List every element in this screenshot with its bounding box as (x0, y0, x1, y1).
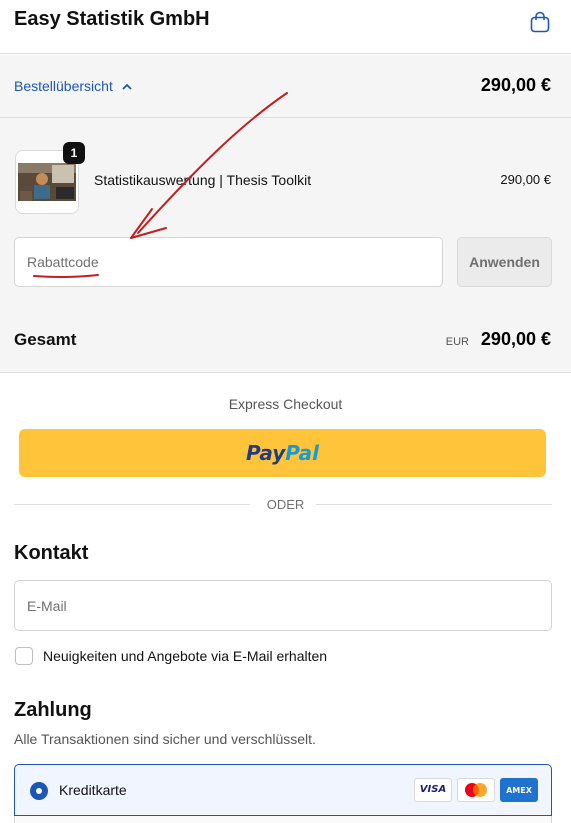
order-summary: Bestellübersicht 290,00 € 1 Statistikaus… (0, 55, 571, 373)
payment-option-credit-card[interactable]: Kreditkarte VISA AMEX (14, 764, 552, 816)
chevron-up-icon (122, 83, 132, 90)
discount-code-input[interactable] (14, 237, 443, 287)
credit-card-form-area (14, 816, 552, 823)
product-quantity-badge: 1 (63, 142, 85, 164)
total-label: Gesamt (14, 330, 77, 349)
order-summary-total: 290,00 € (480, 75, 551, 95)
amex-card-icon: AMEX (500, 778, 538, 802)
shop-brand[interactable]: Easy Statistik GmbH (14, 8, 210, 31)
payment-title: Zahlung (14, 699, 92, 721)
credit-card-label: Kreditkarte (59, 782, 127, 798)
apply-discount-button[interactable]: Anwenden (457, 237, 552, 287)
express-checkout-title: Express Checkout (228, 396, 343, 412)
visa-card-icon: VISA (414, 778, 452, 802)
product-price: 290,00 € (500, 172, 551, 187)
order-summary-toggle[interactable]: Bestellübersicht 290,00 € (0, 55, 571, 118)
total-amount: 290,00 € (480, 329, 551, 349)
payment-security-note: Alle Transaktionen sind sicher und versc… (14, 731, 316, 747)
newsletter-checkbox[interactable] (15, 647, 33, 665)
paypal-logo-pay: Pay (245, 441, 286, 465)
newsletter-label[interactable]: Neuigkeiten und Angebote via E-Mail erha… (43, 648, 327, 664)
checkout-header: Easy Statistik GmbH (0, 0, 571, 54)
mastercard-icon (457, 778, 495, 802)
credit-card-radio[interactable] (30, 782, 48, 800)
divider-right (316, 504, 552, 505)
contact-title: Kontakt (14, 542, 89, 564)
paypal-logo-pal: Pal (285, 441, 320, 465)
total-currency: EUR (445, 336, 469, 348)
paypal-button[interactable]: PayPal (19, 429, 546, 477)
order-summary-label: Bestellübersicht (14, 78, 113, 94)
product-name: Statistikauswertung | Thesis Toolkit (94, 172, 312, 188)
shopping-bag-icon[interactable] (529, 11, 551, 33)
email-field[interactable] (14, 580, 552, 631)
